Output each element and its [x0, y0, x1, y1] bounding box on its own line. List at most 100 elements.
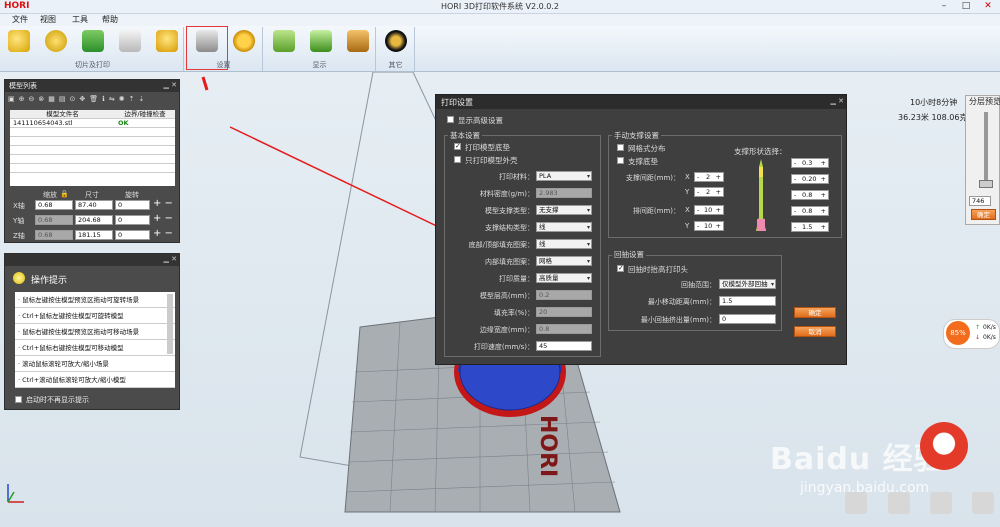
light-icon[interactable]: ✺	[119, 95, 125, 105]
copy-icon[interactable]: ⊗	[38, 95, 44, 105]
z-size-input[interactable]: 181.15	[75, 230, 113, 240]
support-type-select[interactable]: 无支撑	[536, 205, 592, 215]
x-size-input[interactable]: 87.40	[75, 200, 113, 210]
gear-icon[interactable]	[233, 30, 255, 52]
printer-settings-icon[interactable]	[196, 30, 218, 52]
menu-help[interactable]: 帮助	[102, 14, 118, 26]
list-item: · 鼠标右键按住模型预览区拖动可移动场景	[15, 324, 175, 340]
quality-select[interactable]: 高质量	[536, 273, 592, 283]
layout-icon[interactable]: ▤	[59, 95, 66, 105]
menu-file[interactable]: 文件	[12, 14, 28, 26]
edge-width-input[interactable]: 0.8	[536, 324, 592, 334]
basic-settings-legend: 基本设置	[448, 130, 482, 141]
print-piece-icon[interactable]	[156, 30, 178, 52]
min-dist-label: 最小移动距离(mm)：	[647, 298, 716, 306]
panel-controls[interactable]: ▁ ✕	[164, 255, 177, 263]
model-view-icon[interactable]	[273, 30, 295, 52]
row-x-stepper[interactable]: -10 +	[694, 205, 724, 215]
spacing-y-stepper[interactable]: -2 +	[694, 187, 724, 197]
slice-file-icon[interactable]	[82, 30, 104, 52]
table-row[interactable]: 141110654043.stl OK	[10, 119, 175, 128]
lock-icon[interactable]: 🔒	[60, 190, 69, 198]
inner-fill-select[interactable]: 网格	[536, 256, 592, 266]
remove-icon[interactable]: ⊖	[29, 95, 35, 105]
shape-stepper-4[interactable]: -0.8 +	[791, 206, 829, 216]
axis-y-label: Y轴	[13, 217, 25, 225]
infill-rate-input[interactable]: 20	[536, 307, 592, 317]
density-label: 材料密度(g/m)：	[479, 190, 534, 198]
view-top-icon[interactable]	[930, 492, 952, 514]
down-icon[interactable]: ⇣	[138, 95, 144, 105]
dialog-controls[interactable]: ▁ ✕	[831, 97, 844, 105]
save-icon[interactable]: ▣	[8, 95, 15, 105]
min-extrude-input[interactable]: 0	[719, 314, 776, 324]
dialog-title: 打印设置	[441, 98, 473, 107]
view-front-icon[interactable]	[845, 492, 867, 514]
tips-scrollbar[interactable]	[167, 294, 173, 354]
view-side-icon[interactable]	[888, 492, 910, 514]
film-reel-icon[interactable]	[385, 30, 407, 52]
layer-view-icon[interactable]	[310, 30, 332, 52]
support-view-icon[interactable]	[347, 30, 369, 52]
upload-speed: 0K/s	[983, 324, 996, 331]
move-icon[interactable]: ✥	[79, 95, 85, 105]
support-base-checkbox[interactable]	[617, 157, 624, 164]
add-icon[interactable]: ⊕	[19, 95, 25, 105]
platform-logo-text: HORI	[535, 415, 560, 478]
density-input[interactable]: 2.983	[536, 188, 592, 198]
range-select[interactable]: 仅模型外部回抽	[719, 279, 776, 289]
y-plus-minus[interactable]: + −	[153, 213, 173, 224]
material-select[interactable]: PLA	[536, 171, 592, 181]
layer-height-input[interactable]: 0.2	[536, 290, 592, 300]
layer-ok-button[interactable]: 确定	[971, 209, 996, 220]
grid-dist-checkbox[interactable]	[617, 144, 624, 151]
layer-slider-thumb[interactable]	[979, 180, 993, 188]
top-bottom-fill-select[interactable]: 线	[536, 239, 592, 249]
row-y-stepper[interactable]: -10 +	[694, 221, 724, 231]
y-size-input[interactable]: 204.68	[75, 215, 113, 225]
coin-stack-icon[interactable]	[45, 30, 67, 52]
y-rotate-input[interactable]: 0	[115, 215, 150, 225]
maximize-button[interactable]: □	[955, 0, 977, 13]
shape-stepper-5[interactable]: -1.5 +	[791, 222, 829, 232]
up-icon[interactable]: ⇡	[129, 95, 135, 105]
minimize-button[interactable]: –	[933, 0, 955, 13]
top-bottom-fill-label: 底部/顶部填充图案：	[468, 241, 534, 249]
shape-stepper-1[interactable]: -0.3 +	[791, 158, 829, 168]
close-button[interactable]: ✕	[977, 0, 999, 13]
ok-button[interactable]: 确定	[794, 307, 836, 318]
shape-stepper-3[interactable]: -0.8 +	[791, 190, 829, 200]
delete-icon[interactable]: 🗑	[89, 95, 98, 105]
y-scale-input[interactable]: 0.68	[35, 215, 73, 225]
x-plus-minus[interactable]: + −	[153, 198, 173, 209]
shape-stepper-2[interactable]: -0.20 +	[791, 174, 829, 184]
info-icon[interactable]: ℹ	[102, 95, 105, 105]
raft-checkbox[interactable]	[454, 142, 461, 150]
min-dist-input[interactable]: 1.5	[719, 296, 776, 306]
menu-tools[interactable]: 工具	[72, 14, 88, 26]
gcode-file-icon[interactable]	[119, 30, 141, 52]
lift-label: 回抽时抬高打印头	[628, 265, 688, 274]
print-speed-input[interactable]: 45	[536, 341, 592, 351]
menu-view[interactable]: 视图	[40, 14, 56, 26]
cancel-button[interactable]: 取消	[794, 326, 836, 337]
x-rotate-input[interactable]: 0	[115, 200, 150, 210]
mirror-icon[interactable]: ⇋	[109, 95, 115, 105]
support-struct-select[interactable]: 线	[536, 222, 592, 232]
z-rotate-input[interactable]: 0	[115, 230, 150, 240]
panel-controls[interactable]: ▁ ✕	[164, 81, 177, 89]
z-scale-input[interactable]: 0.68	[35, 230, 73, 240]
layer-input[interactable]: 746	[969, 196, 991, 206]
chess-piece-icon[interactable]	[8, 30, 30, 52]
x-scale-input[interactable]: 0.68	[35, 200, 73, 210]
shell-checkbox[interactable]	[454, 156, 461, 163]
watermark-logo: Baidu 经验	[770, 442, 945, 477]
no-show-checkbox[interactable]	[15, 396, 22, 403]
center-icon[interactable]: ⊙	[70, 95, 76, 105]
lift-checkbox[interactable]	[617, 264, 624, 272]
grid-icon[interactable]: ▦	[48, 95, 55, 105]
z-plus-minus[interactable]: + −	[153, 228, 173, 239]
show-advanced-checkbox[interactable]	[447, 116, 454, 123]
view-iso-icon[interactable]	[972, 492, 994, 514]
spacing-x-stepper[interactable]: -2 +	[694, 172, 724, 182]
